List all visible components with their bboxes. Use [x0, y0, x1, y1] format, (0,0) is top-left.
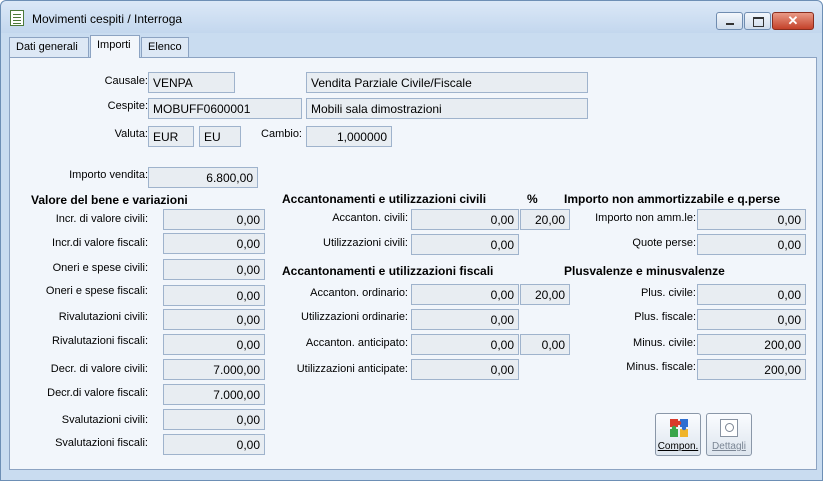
utilizz-anticipate-field[interactable]: 0,00	[411, 359, 519, 380]
oneri-civili-field[interactable]: 0,00	[163, 259, 265, 280]
window-title: Movimenti cespiti / Interroga	[32, 12, 183, 26]
plus-fiscale-field[interactable]: 0,00	[697, 309, 806, 330]
window: Movimenti cespiti / Interroga ✕ Dati gen…	[0, 0, 823, 481]
utilizz-ordinarie-field[interactable]: 0,00	[411, 309, 519, 330]
plus-fiscale-label: Plus. fiscale:	[634, 311, 696, 323]
valuta-code-field[interactable]: EUR	[148, 126, 194, 147]
accanton-anticipato-label: Accanton. anticipato:	[305, 337, 408, 349]
minus-fiscale-label: Minus. fiscale:	[626, 361, 696, 373]
dettagli-button[interactable]: Dettagli	[706, 413, 752, 456]
incr-fiscali-label: Incr.di valore fiscali:	[52, 237, 148, 249]
causale-desc-field[interactable]: Vendita Parziale Civile/Fiscale	[306, 72, 588, 93]
cambio-field[interactable]: 1,000000	[306, 126, 392, 147]
rivalutazioni-fiscali-field[interactable]: 0,00	[163, 334, 265, 355]
decr-civili-field[interactable]: 7.000,00	[163, 359, 265, 380]
valuta-symbol-field[interactable]: EU	[199, 126, 241, 147]
decr-civili-label: Decr. di valore civili:	[50, 363, 148, 375]
rivalutazioni-civili-field[interactable]: 0,00	[163, 309, 265, 330]
incr-civili-label: Incr. di valore civili:	[55, 213, 148, 225]
fiscali-section-title: Accantonamenti e utilizzazioni fiscali	[282, 264, 494, 278]
decr-fiscali-field[interactable]: 7.000,00	[163, 384, 265, 405]
incr-civili-field[interactable]: 0,00	[163, 209, 265, 230]
close-button[interactable]: ✕	[772, 12, 814, 30]
compon-button-label: Compon.	[657, 441, 699, 452]
svalutazioni-civili-label: Svalutazioni civili:	[61, 414, 148, 426]
causale-code-field[interactable]: VENPA	[148, 72, 235, 93]
utilizz-anticipate-label: Utilizzazioni anticipate:	[296, 363, 408, 375]
puzzle-icon	[670, 419, 688, 437]
close-icon: ✕	[787, 13, 799, 28]
magnifier-icon	[720, 419, 738, 437]
accanton-ordinario-label: Accanton. ordinario:	[310, 287, 408, 299]
accanton-anticipato-field[interactable]: 0,00	[411, 334, 519, 355]
importo-nonamm-field[interactable]: 0,00	[697, 209, 806, 230]
cambio-label: Cambio:	[261, 128, 302, 140]
accanton-ordinario-pct-field[interactable]: 20,00	[520, 284, 570, 305]
decr-fiscali-label: Decr.di valore fiscali:	[47, 387, 148, 399]
percent-header: %	[527, 192, 538, 206]
svalutazioni-fiscali-label: Svalutazioni fiscali:	[55, 437, 148, 449]
document-icon	[10, 10, 24, 26]
valuta-label: Valuta:	[114, 128, 148, 140]
importo-nonamm-label: Importo non amm.le:	[595, 212, 696, 224]
accanton-ordinario-field[interactable]: 0,00	[411, 284, 519, 305]
cespite-code-field[interactable]: MOBUFF0600001	[148, 98, 302, 119]
utilizz-civili-label: Utilizzazioni civili:	[323, 237, 408, 249]
nonamm-section-title: Importo non ammortizzabile e q.perse	[564, 192, 781, 206]
title-bar: Movimenti cespiti / Interroga ✕	[1, 1, 822, 33]
rivalutazioni-fiscali-label: Rivalutazioni fiscali:	[52, 335, 148, 347]
importi-panel: Causale: VENPA Vendita Parziale Civile/F…	[9, 57, 817, 470]
tab-bar: Dati generali Importi Elenco	[9, 35, 817, 58]
tab-elenco[interactable]: Elenco	[141, 37, 189, 57]
compon-button[interactable]: Compon.	[655, 413, 701, 456]
minimize-button[interactable]	[716, 12, 743, 30]
plus-section-title: Plusvalenze e minusvalenze	[564, 264, 725, 278]
oneri-fiscali-label: Oneri e spese fiscali:	[45, 285, 148, 297]
accanton-anticipato-pct-field[interactable]: 0,00	[520, 334, 570, 355]
utilizz-civili-field[interactable]: 0,00	[411, 234, 519, 255]
oneri-fiscali-field[interactable]: 0,00	[163, 285, 265, 306]
importo-vendita-field[interactable]: 6.800,00	[148, 167, 258, 188]
oneri-civili-label: Oneri e spese civili:	[52, 262, 148, 274]
accanton-civili-field[interactable]: 0,00	[411, 209, 519, 230]
importo-vendita-label: Importo vendita:	[69, 169, 148, 181]
cespite-desc-field[interactable]: Mobili sala dimostrazioni	[306, 98, 588, 119]
tab-dati-generali[interactable]: Dati generali	[9, 37, 89, 57]
causale-label: Causale:	[104, 75, 148, 87]
incr-fiscali-field[interactable]: 0,00	[163, 233, 265, 254]
accanton-civili-label: Accanton. civili:	[332, 212, 408, 224]
minus-fiscale-field[interactable]: 200,00	[697, 359, 806, 380]
tab-importi[interactable]: Importi	[90, 35, 140, 58]
svalutazioni-fiscali-field[interactable]: 0,00	[163, 434, 265, 455]
minus-civile-field[interactable]: 200,00	[697, 334, 806, 355]
rivalutazioni-civili-label: Rivalutazioni civili:	[58, 311, 148, 323]
quote-perse-label: Quote perse:	[632, 237, 696, 249]
minus-civile-label: Minus. civile:	[633, 337, 696, 349]
accanton-civili-pct-field[interactable]: 20,00	[520, 209, 570, 230]
svalutazioni-civili-field[interactable]: 0,00	[163, 409, 265, 430]
maximize-button[interactable]	[744, 12, 771, 30]
plus-civile-field[interactable]: 0,00	[697, 284, 806, 305]
quote-perse-field[interactable]: 0,00	[697, 234, 806, 255]
plus-civile-label: Plus. civile:	[640, 287, 696, 299]
utilizz-ordinarie-label: Utilizzazioni ordinarie:	[301, 311, 408, 323]
valore-section-title: Valore del bene e variazioni	[31, 193, 188, 207]
dettagli-button-label: Dettagli	[712, 441, 746, 452]
civili-section-title: Accantonamenti e utilizzazioni civili	[282, 192, 487, 206]
cespite-label: Cespite:	[107, 100, 148, 112]
